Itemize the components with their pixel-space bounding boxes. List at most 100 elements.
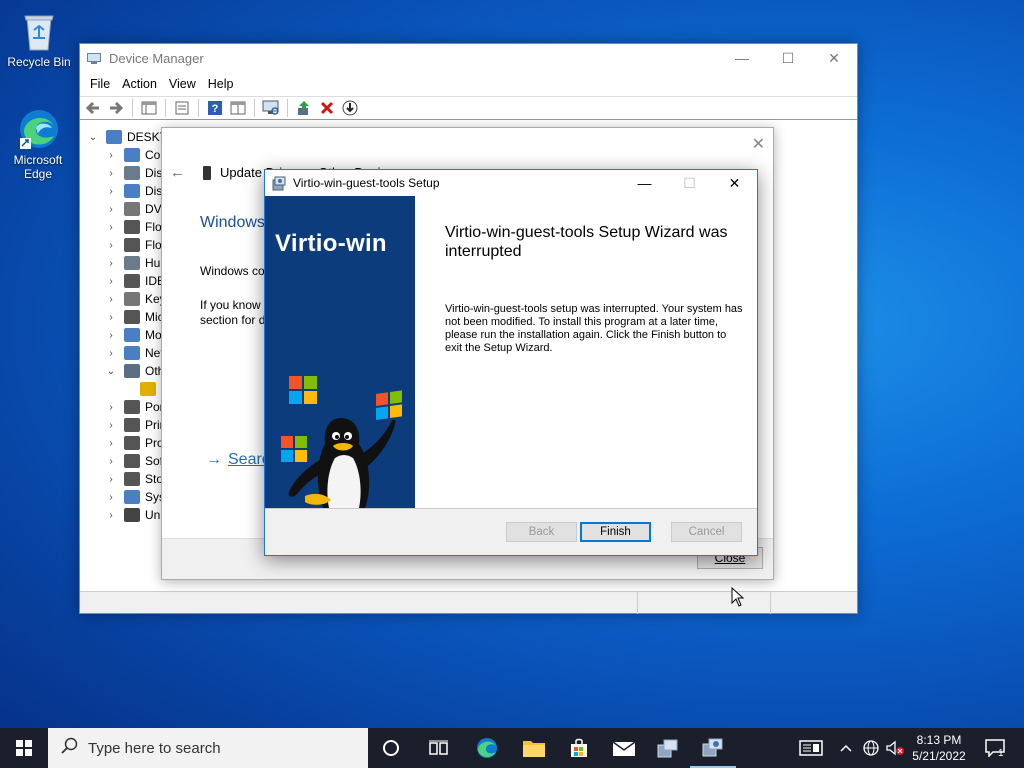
chevron-right-icon[interactable]: › [104,492,118,503]
properties-icon[interactable] [173,99,191,117]
folder-icon [523,741,545,757]
tree-item[interactable]: › Pro [104,434,164,452]
arrow-right-icon: → [206,451,222,468]
tree-item[interactable]: › Prir [104,416,164,434]
tree-item[interactable]: › Flop [104,236,168,254]
chevron-right-icon[interactable]: › [104,276,118,287]
chevron-right-icon[interactable]: › [104,294,118,305]
mouse-cursor-icon [731,586,745,610]
menu-action[interactable]: Action [116,77,163,91]
clock-date: 5/21/2022 [912,749,966,763]
tree-item[interactable]: › Net [104,344,164,362]
chevron-down-icon[interactable]: ⌄ [104,366,118,377]
chevron-right-icon[interactable]: › [104,312,118,323]
tree-item[interactable]: › Por [104,398,164,416]
taskbar-device-manager[interactable] [645,728,691,768]
volume-muted-icon[interactable] [884,728,906,768]
dialog-heading: Windows [200,214,265,231]
chevron-right-icon[interactable]: › [104,510,118,521]
tray-news[interactable] [795,728,827,768]
minimize-button[interactable]: — [719,44,765,72]
chevron-right-icon[interactable]: › [104,438,118,449]
tree-item[interactable]: › Uni [104,506,163,524]
chevron-right-icon[interactable]: › [104,330,118,341]
uninstall-x-icon[interactable] [318,99,336,117]
tree-item[interactable]: › IDE [104,272,165,290]
tree-item[interactable]: ⌄ Oth [104,362,164,380]
cancel-button[interactable]: Cancel [671,522,742,542]
cortana-circle-icon [383,740,399,756]
taskbar-edge[interactable] [464,728,510,768]
chevron-right-icon[interactable]: › [104,204,118,215]
chevron-right-icon[interactable]: › [104,456,118,467]
minimize-button[interactable]: — [622,170,667,196]
chevron-right-icon[interactable]: › [104,222,118,233]
disable-device-icon[interactable] [341,99,359,117]
tree-item[interactable]: › Disp [104,182,169,200]
back-arrow-icon[interactable] [84,99,102,117]
update-driver-icon[interactable] [295,99,313,117]
dialog-close-icon[interactable]: ✕ [752,134,765,154]
dialog-text: Windows co [200,264,265,278]
menu-file[interactable]: File [84,77,116,91]
chevron-down-icon[interactable]: ⌄ [86,132,100,143]
desktop-icon-edge[interactable]: Microsoft Edge [0,106,76,181]
view-grid-icon[interactable] [229,99,247,117]
taskbar-mail[interactable] [601,728,647,768]
forward-arrow-icon[interactable] [107,99,125,117]
setup-wizard-window: Virtio-win-guest-tools Setup — ☐ ✕ Virti… [264,169,758,556]
tree-item[interactable]: › Disk [104,164,168,182]
close-button[interactable]: ✕ [712,170,757,196]
installer-icon [271,175,287,191]
chevron-right-icon[interactable]: › [104,186,118,197]
chevron-right-icon[interactable]: › [104,348,118,359]
scan-hardware-icon[interactable] [262,99,280,117]
tree-item-label: Mo [145,328,162,342]
tree-item[interactable]: › Soft [104,452,166,470]
device-category-icon [124,202,140,216]
tree-item[interactable]: › Flop [104,218,168,236]
start-button[interactable] [0,728,48,768]
chevron-right-icon[interactable]: › [104,474,118,485]
tree-item[interactable]: › Key [104,290,166,308]
menu-view[interactable]: View [163,77,202,91]
notification-center-button[interactable]: 1 [980,728,1010,768]
network-globe-icon[interactable] [860,728,882,768]
back-button[interactable]: Back [506,522,577,542]
maximize-button[interactable]: ☐ [765,44,811,72]
close-button[interactable]: ✕ [811,44,857,72]
toolbar: ? [80,96,857,120]
help-icon[interactable]: ? [206,99,224,117]
tree-item[interactable] [120,380,161,398]
finish-button[interactable]: Finish [580,522,651,542]
cortana-button[interactable] [368,728,414,768]
tree-item[interactable]: › Cor [104,146,164,164]
system-clock[interactable]: 8:13 PM 5/21/2022 [904,732,974,764]
tree-item[interactable]: › Syst [104,488,168,506]
taskbar-file-explorer[interactable] [511,728,557,768]
taskbar-store[interactable] [556,728,602,768]
tree-item[interactable]: › Mo [104,326,162,344]
task-view-button[interactable] [416,728,462,768]
chevron-right-icon[interactable]: › [104,150,118,161]
setup-heading: Virtio-win-guest-tools Setup Wizard was … [445,224,728,260]
setup-message: Virtio-win-guest-tools setup was interru… [445,303,743,354]
back-arrow-icon[interactable]: ← [170,164,185,181]
tree-item[interactable]: › Mic [104,308,164,326]
device-category-icon [124,454,140,468]
installer-icon [702,738,723,757]
properties-pane-icon[interactable] [140,99,158,117]
chevron-right-icon[interactable]: › [104,402,118,413]
chevron-right-icon[interactable]: › [104,168,118,179]
chevron-right-icon[interactable]: › [104,420,118,431]
taskbar-setup[interactable] [690,728,736,768]
menu-help[interactable]: Help [202,77,240,91]
tree-item[interactable]: › Hur [104,254,164,272]
chevron-right-icon[interactable]: › [104,240,118,251]
chevron-up-icon[interactable] [838,728,854,768]
taskbar-search-box[interactable]: Type here to search [48,728,368,768]
tree-item[interactable]: › Stor [104,470,167,488]
desktop-icon-recycle-bin[interactable]: Recycle Bin [1,8,77,69]
chevron-right-icon[interactable]: › [104,258,118,269]
toolbar-divider [132,99,133,117]
